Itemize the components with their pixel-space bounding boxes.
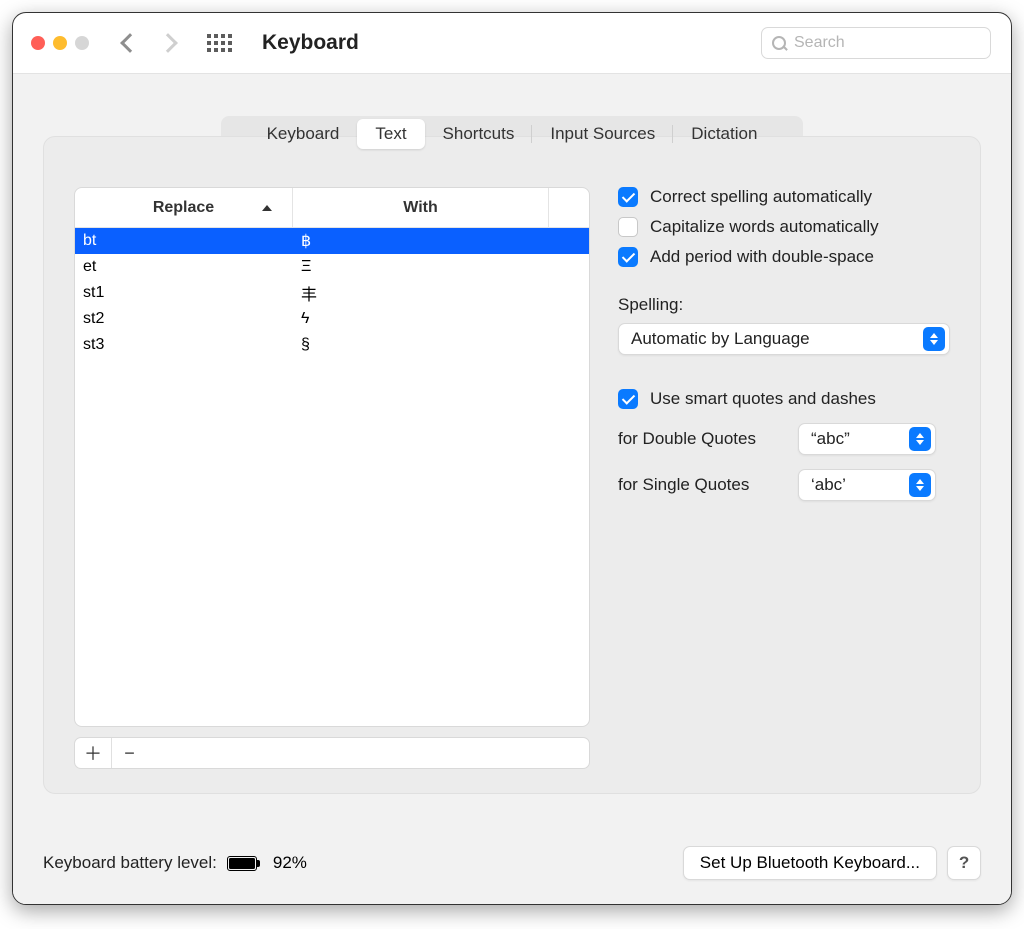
tab-shortcuts[interactable]: Shortcuts — [425, 119, 533, 149]
col-header-with-label: With — [403, 199, 438, 217]
options-column: Correct spelling automatically Capitaliz… — [618, 187, 950, 769]
correct-spelling-row[interactable]: Correct spelling automatically — [618, 187, 950, 207]
sort-ascending-icon — [262, 205, 272, 211]
main-area: Keyboard Text Shortcuts Input Sources Di… — [13, 74, 1011, 826]
tab-text[interactable]: Text — [357, 119, 424, 149]
col-header-replace-label: Replace — [153, 199, 214, 217]
minimize-window-button[interactable] — [53, 36, 67, 50]
table-header: Replace With — [75, 188, 589, 228]
dropdown-stepper-icon — [909, 427, 931, 451]
spelling-select[interactable]: Automatic by Language — [618, 323, 950, 355]
cell-replace[interactable]: bt — [75, 232, 293, 250]
replacement-table[interactable]: Replace With bt฿etΞst1丰st2ϟst3§ — [74, 187, 590, 727]
search-placeholder: Search — [794, 34, 845, 52]
battery-label: Keyboard battery level: — [43, 853, 217, 873]
single-quotes-select[interactable]: ‘abc’ — [798, 469, 936, 501]
tab-input-sources[interactable]: Input Sources — [532, 119, 673, 149]
cell-with[interactable]: § — [293, 336, 589, 354]
dropdown-stepper-icon — [923, 327, 945, 351]
capitalize-row[interactable]: Capitalize words automatically — [618, 217, 950, 237]
replacement-section: Replace With bt฿etΞst1丰st2ϟst3§ ＋ − — [74, 187, 590, 769]
single-quotes-row: for Single Quotes ‘abc’ — [618, 469, 950, 501]
bluetooth-setup-button[interactable]: Set Up Bluetooth Keyboard... — [683, 846, 937, 880]
search-field[interactable]: Search — [761, 27, 991, 59]
dropdown-stepper-icon — [909, 473, 931, 497]
text-panel: Replace With bt฿etΞst1丰st2ϟst3§ ＋ − — [43, 136, 981, 794]
help-button[interactable]: ? — [947, 846, 981, 880]
add-period-row[interactable]: Add period with double-space — [618, 247, 950, 267]
close-window-button[interactable] — [31, 36, 45, 50]
spelling-value: Automatic by Language — [631, 329, 810, 349]
capitalize-label: Capitalize words automatically — [650, 217, 879, 237]
toolbar: Keyboard Search — [13, 13, 1011, 74]
add-period-checkbox[interactable] — [618, 247, 638, 267]
add-button[interactable]: ＋ — [75, 738, 111, 768]
table-row[interactable]: st3§ — [75, 332, 589, 358]
cell-with[interactable]: ϟ — [293, 310, 589, 328]
cell-replace[interactable]: st3 — [75, 336, 293, 354]
table-body: bt฿etΞst1丰st2ϟst3§ — [75, 228, 589, 726]
cell-with[interactable]: 丰 — [293, 281, 589, 305]
footer: Keyboard battery level: 92% Set Up Bluet… — [13, 826, 1011, 904]
table-row[interactable]: st2ϟ — [75, 306, 589, 332]
cell-replace[interactable]: st2 — [75, 310, 293, 328]
cell-with[interactable]: ฿ — [293, 231, 589, 251]
spelling-section-label: Spelling: — [618, 295, 950, 315]
single-quotes-value: ‘abc’ — [811, 475, 846, 495]
cell-replace[interactable]: st1 — [75, 284, 293, 302]
show-all-prefs-icon[interactable] — [207, 34, 232, 52]
capitalize-checkbox[interactable] — [618, 217, 638, 237]
table-row[interactable]: bt฿ — [75, 228, 589, 254]
window-controls — [31, 36, 89, 50]
double-quotes-select[interactable]: “abc” — [798, 423, 936, 455]
cell-replace[interactable]: et — [75, 258, 293, 276]
cell-with[interactable]: Ξ — [293, 258, 589, 276]
search-icon — [772, 36, 786, 50]
smart-quotes-label: Use smart quotes and dashes — [650, 389, 876, 409]
table-row[interactable]: etΞ — [75, 254, 589, 280]
zoom-window-button[interactable] — [75, 36, 89, 50]
tab-keyboard[interactable]: Keyboard — [249, 119, 358, 149]
add-remove-buttons: ＋ − — [74, 737, 590, 769]
col-header-with[interactable]: With — [293, 188, 549, 227]
smart-quotes-checkbox[interactable] — [618, 389, 638, 409]
add-period-label: Add period with double-space — [650, 247, 874, 267]
double-quotes-label: for Double Quotes — [618, 429, 784, 449]
tab-bar: Keyboard Text Shortcuts Input Sources Di… — [221, 116, 803, 152]
single-quotes-label: for Single Quotes — [618, 475, 784, 495]
nav-buttons — [123, 36, 175, 50]
window-title: Keyboard — [262, 31, 359, 55]
battery-percentage: 92% — [273, 853, 307, 873]
remove-button[interactable]: − — [111, 738, 147, 768]
smart-quotes-row[interactable]: Use smart quotes and dashes — [618, 389, 950, 409]
col-header-replace[interactable]: Replace — [75, 188, 293, 227]
forward-button[interactable] — [158, 33, 178, 53]
back-button[interactable] — [120, 33, 140, 53]
correct-spelling-checkbox[interactable] — [618, 187, 638, 207]
correct-spelling-label: Correct spelling automatically — [650, 187, 872, 207]
preferences-window: Keyboard Search Keyboard Text Shortcuts … — [12, 12, 1012, 905]
tab-dictation[interactable]: Dictation — [673, 119, 775, 149]
double-quotes-value: “abc” — [811, 429, 850, 449]
table-row[interactable]: st1丰 — [75, 280, 589, 306]
battery-icon — [227, 856, 257, 871]
double-quotes-row: for Double Quotes “abc” — [618, 423, 950, 455]
